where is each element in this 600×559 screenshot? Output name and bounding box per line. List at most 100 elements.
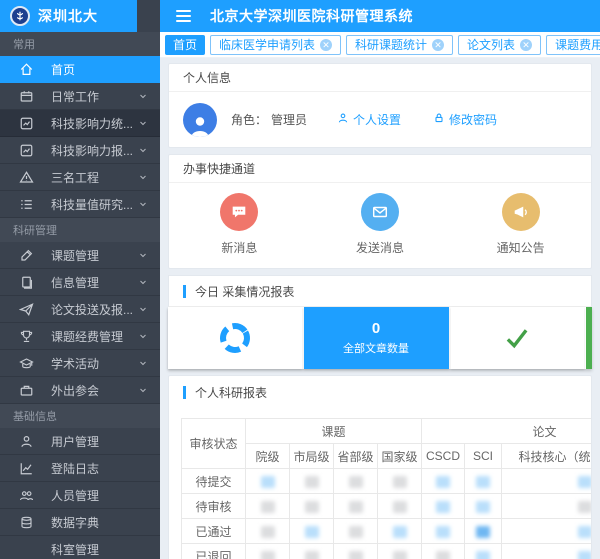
loading-card xyxy=(168,307,302,369)
blurred-value[interactable] xyxy=(261,526,275,538)
sidebar-item-login-log[interactable]: 登陆日志 xyxy=(0,455,160,482)
main-content: 个人信息 角色：管理员 个人设置 修改密码 xyxy=(160,58,600,559)
sidebar-item-academic-activities[interactable]: 学术活动 xyxy=(0,350,160,377)
personal-research-title: 个人科研报表 xyxy=(195,384,267,401)
user-icon xyxy=(337,112,349,127)
sidebar-item-info-management[interactable]: 信息管理 xyxy=(0,269,160,296)
nav-bar: 北京大学深圳医院科研管理系统 xyxy=(160,0,600,32)
sidebar-item-data-dictionary[interactable]: 数据字典 xyxy=(0,509,160,536)
blurred-value[interactable] xyxy=(349,526,363,538)
lock-icon xyxy=(433,112,445,127)
loading-ring-icon xyxy=(217,320,253,356)
blurred-value[interactable] xyxy=(305,526,319,538)
blurred-value[interactable] xyxy=(578,551,591,559)
chevron-down-icon xyxy=(138,91,148,101)
table-row: 待提交 xyxy=(182,469,592,494)
sidebar-item-project-management[interactable]: 课题管理 xyxy=(0,242,160,269)
col-header: SCI xyxy=(465,444,502,469)
top-bar: 深圳北大 北京大学深圳医院科研管理系统 xyxy=(0,0,600,32)
megaphone-icon xyxy=(502,193,540,231)
close-icon[interactable]: ✕ xyxy=(320,39,332,51)
sidebar-item-daily-work[interactable]: 日常工作 xyxy=(0,83,160,110)
blurred-value[interactable] xyxy=(578,476,591,488)
blurred-value[interactable] xyxy=(261,476,275,488)
blurred-value[interactable] xyxy=(261,501,275,513)
tab-paper-list[interactable]: 论文列表✕ xyxy=(458,35,541,55)
list-icon xyxy=(19,197,34,212)
sidebar-item-paper-submission[interactable]: 论文投送及报... xyxy=(0,296,160,323)
chevron-down-icon xyxy=(138,172,148,182)
blurred-value[interactable] xyxy=(476,476,490,488)
tab-research-project-stats[interactable]: 科研课题统计✕ xyxy=(346,35,453,55)
sidebar-item-conference-travel[interactable]: 外出参会 xyxy=(0,377,160,404)
section-accent xyxy=(183,386,186,399)
blurred-value[interactable] xyxy=(261,551,275,559)
section-accent xyxy=(183,285,186,298)
blurred-value[interactable] xyxy=(349,476,363,488)
blurred-value[interactable] xyxy=(305,476,319,488)
blurred-value[interactable] xyxy=(476,526,490,538)
change-password-link[interactable]: 修改密码 xyxy=(433,111,497,128)
blurred-value[interactable] xyxy=(436,551,450,559)
blurred-value[interactable] xyxy=(578,501,591,513)
blurred-value[interactable] xyxy=(393,526,407,538)
sidebar-item-project-funds[interactable]: 课题经费管理 xyxy=(0,323,160,350)
topbar-divider xyxy=(137,0,160,32)
sidebar-item-three-famous-project[interactable]: 三名工程 xyxy=(0,164,160,191)
close-icon[interactable]: ✕ xyxy=(520,39,532,51)
blurred-value[interactable] xyxy=(349,501,363,513)
chevron-down-icon xyxy=(138,331,148,341)
table-row: 已通过 xyxy=(182,519,592,544)
chevron-down-icon xyxy=(138,385,148,395)
blurred-value[interactable] xyxy=(436,476,450,488)
database-icon xyxy=(19,515,34,530)
blurred-value[interactable] xyxy=(476,551,490,559)
blurred-value[interactable] xyxy=(393,551,407,559)
blurred-value[interactable] xyxy=(305,551,319,559)
trophy-icon xyxy=(19,329,34,344)
personal-settings-link[interactable]: 个人设置 xyxy=(337,111,401,128)
shortcut-notice[interactable]: 通知公告 xyxy=(450,193,591,256)
tab-project-fee-report[interactable]: 课题费用报表✕ xyxy=(546,35,600,55)
shortcut-send-message[interactable]: 发送消息 xyxy=(310,193,451,256)
logo-text: 深圳北大 xyxy=(38,6,98,26)
sidebar-item-home[interactable]: 首页 xyxy=(0,56,160,83)
user-icon xyxy=(19,434,34,449)
document-icon xyxy=(19,275,34,290)
chart-box-icon xyxy=(19,116,34,131)
shortcut-new-message[interactable]: 新消息 xyxy=(169,193,310,256)
sidebar-item-tech-influence-stats[interactable]: 科技影响力统... xyxy=(0,110,160,137)
article-count-card[interactable]: 0 全部文章数量 xyxy=(304,307,449,369)
blurred-value[interactable] xyxy=(436,501,450,513)
logo[interactable]: 深圳北大 xyxy=(0,0,137,32)
users-icon xyxy=(19,488,34,503)
tab-clinical-medicine-list[interactable]: 临床医学申请列表✕ xyxy=(210,35,341,55)
tab-bar: 首页 临床医学申请列表✕ 科研课题统计✕ 论文列表✕ 课题费用报表✕ 用户列表✕ xyxy=(160,32,600,58)
article-count-label: 全部文章数量 xyxy=(343,340,409,356)
sidebar-item-tech-value-research[interactable]: 科技量值研究... xyxy=(0,191,160,218)
hamburger-menu-icon[interactable] xyxy=(166,10,200,22)
col-header: 省部级 xyxy=(334,444,378,469)
blurred-value[interactable] xyxy=(305,501,319,513)
envelope-icon xyxy=(361,193,399,231)
blurred-value[interactable] xyxy=(349,551,363,559)
col-header-review-status: 审核状态 xyxy=(182,419,246,469)
blurred-value[interactable] xyxy=(578,526,591,538)
sidebar-section-common: 常用 xyxy=(0,32,160,56)
pen-icon xyxy=(19,248,34,263)
col-header: 院级 xyxy=(246,444,290,469)
blank-icon xyxy=(19,542,34,557)
blurred-value[interactable] xyxy=(393,501,407,513)
close-icon[interactable]: ✕ xyxy=(432,39,444,51)
sidebar-item-tech-influence-report[interactable]: 科技影响力报... xyxy=(0,137,160,164)
blurred-value[interactable] xyxy=(476,501,490,513)
sidebar-item-personnel-management[interactable]: 人员管理 xyxy=(0,482,160,509)
blurred-value[interactable] xyxy=(393,476,407,488)
role-text: 角色：管理员 xyxy=(231,111,307,128)
blurred-value[interactable] xyxy=(436,526,450,538)
chevron-down-icon xyxy=(138,199,148,209)
research-table-wrap: 审核状态 课题 论文 院级 市局级 省部级 国家级 CSCD xyxy=(169,408,591,559)
sidebar-item-department-management[interactable]: 科室管理 xyxy=(0,536,160,559)
sidebar-item-user-management[interactable]: 用户管理 xyxy=(0,428,160,455)
tab-home[interactable]: 首页 xyxy=(165,35,205,55)
